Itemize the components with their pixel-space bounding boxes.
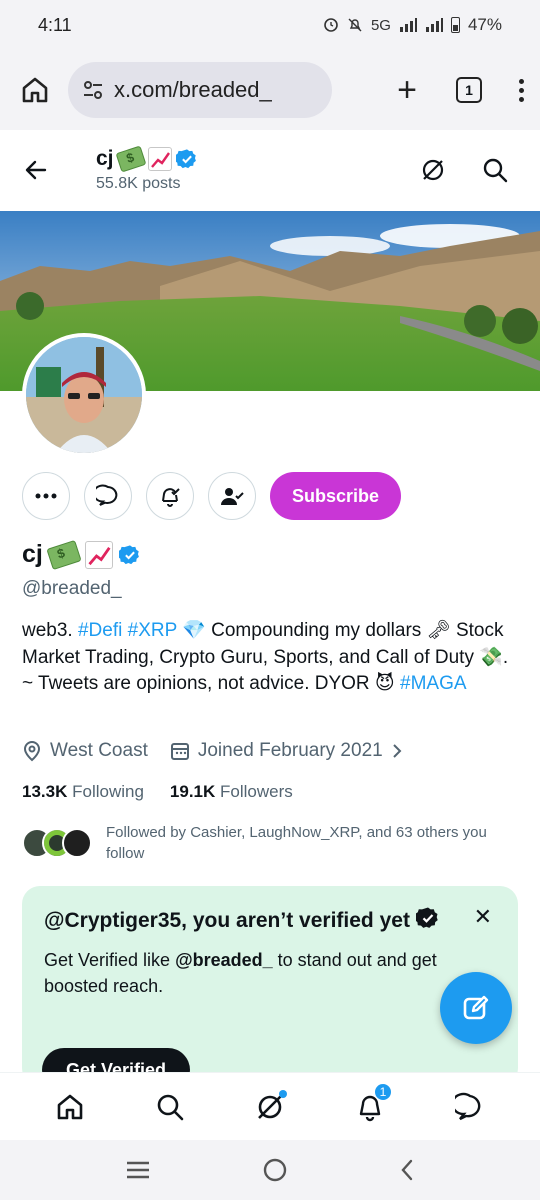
- browser-toolbar: x.com/breaded_ + 1: [0, 50, 540, 130]
- more-horizontal-icon: [35, 493, 57, 499]
- location: West Coast: [22, 740, 148, 762]
- message-bubble-icon: [455, 1092, 481, 1120]
- search-icon[interactable]: [482, 157, 508, 183]
- tune-icon[interactable]: [80, 77, 106, 103]
- arrow-left-icon: [25, 160, 47, 180]
- browser-home-button[interactable]: [18, 73, 52, 107]
- avatar: [62, 828, 92, 858]
- profile-name: cj: [22, 539, 141, 570]
- followers-link[interactable]: 19.1K Followers: [170, 782, 293, 802]
- nav-grok[interactable]: [248, 1085, 292, 1129]
- message-bubble-icon: [96, 484, 118, 506]
- hashtag-link[interactable]: #Defi: [78, 620, 122, 641]
- nav-search[interactable]: [148, 1085, 192, 1129]
- profile-avatar[interactable]: [22, 333, 146, 457]
- network-label: 5G: [370, 16, 391, 34]
- battery-icon: [450, 17, 460, 33]
- money-emoji-icon: [115, 145, 146, 173]
- header-name: cj: [96, 147, 114, 170]
- compose-post-button[interactable]: [440, 972, 512, 1044]
- verified-check-icon: [415, 907, 438, 928]
- following-link[interactable]: 13.3K Following: [22, 782, 144, 802]
- money-emoji-icon: [46, 539, 82, 570]
- verify-title: @Cryptiger35, you aren’t verified yet: [44, 906, 444, 935]
- compose-icon: [463, 995, 489, 1020]
- signal-icon: [399, 18, 417, 32]
- search-icon: [157, 1094, 184, 1120]
- header-title: cj 55.8K posts: [96, 145, 198, 193]
- verify-body-pre: Get Verified like: [44, 950, 176, 970]
- calendar-icon: [170, 743, 189, 760]
- chart-emoji-icon: [84, 540, 113, 569]
- following-button[interactable]: [208, 472, 256, 520]
- location-text: West Coast: [50, 740, 148, 761]
- status-icons: 5G 47%: [323, 15, 502, 35]
- profile-bio: web3. #Defi #XRP 💎 Compounding my dollar…: [22, 618, 522, 698]
- followed-by-text: Followed by Cashier, LaughNow_XRP, and 6…: [106, 824, 487, 862]
- join-date-text: Joined February 2021: [197, 740, 383, 761]
- verified-badge-icon: [118, 544, 139, 564]
- hashtag-link[interactable]: #XRP: [128, 620, 177, 641]
- verification-promo-card: @Cryptiger35, you aren’t verified yet Ge…: [22, 886, 518, 1086]
- hashtag-link[interactable]: #MAGA: [400, 673, 467, 694]
- join-date[interactable]: Joined February 2021: [170, 740, 403, 762]
- person-check-icon: [221, 488, 244, 505]
- profile-meta: West Coast Joined February 2021: [22, 740, 403, 762]
- battery-percent: 47%: [467, 15, 502, 34]
- tabs-button[interactable]: 1: [456, 77, 482, 103]
- url-text: x.com/breaded_: [114, 77, 272, 102]
- follow-stats: 13.3K Following 19.1K Followers: [22, 782, 293, 802]
- new-activity-dot: [279, 1089, 287, 1098]
- profile-header: cj 55.8K posts: [0, 130, 540, 210]
- chart-emoji-icon: [147, 147, 172, 171]
- bell-check-icon: [162, 488, 180, 507]
- verified-badge-icon: [175, 149, 196, 169]
- system-navigation: [0, 1140, 540, 1200]
- grok-icon[interactable]: [420, 157, 446, 183]
- recent-apps-icon[interactable]: [125, 1160, 151, 1180]
- status-bar: 4:11 5G 47%: [0, 0, 540, 50]
- subscribe-button[interactable]: Subscribe: [270, 472, 402, 520]
- verify-title-text: @Cryptiger35, you aren’t verified yet: [44, 909, 410, 932]
- followed-by[interactable]: Followed by Cashier, LaughNow_XRP, and 6…: [22, 822, 516, 864]
- home-icon: [57, 1094, 83, 1119]
- mute-icon: [348, 18, 362, 32]
- notify-button[interactable]: [146, 472, 194, 520]
- nav-messages[interactable]: [448, 1085, 492, 1129]
- new-tab-button[interactable]: +: [392, 73, 422, 107]
- followers-count: 19.1K: [169, 782, 216, 801]
- signal-icon-2: [425, 18, 443, 32]
- followers-label: Followers: [220, 782, 293, 801]
- notification-count-badge: 1: [374, 1082, 392, 1101]
- location-pin-icon: [23, 740, 41, 762]
- more-options-button[interactable]: [22, 472, 70, 520]
- profile-display-name: cj: [22, 540, 43, 568]
- alarm-icon: [324, 18, 338, 32]
- profile-actions: Subscribe: [22, 472, 402, 520]
- verify-body-handle: @breaded_: [175, 950, 273, 970]
- profile-handle: @breaded_: [22, 578, 122, 599]
- verify-body: Get Verified like @breaded_ to stand out…: [44, 947, 464, 999]
- following-count: 13.3K: [22, 782, 68, 801]
- back-chevron-icon[interactable]: [399, 1158, 415, 1182]
- back-button[interactable]: [20, 154, 52, 186]
- chevron-right-icon: [392, 744, 402, 758]
- home-circle-icon[interactable]: [262, 1157, 288, 1183]
- bio-text: web3.: [22, 620, 78, 641]
- follower-avatars: [22, 828, 92, 858]
- nav-notifications[interactable]: 1: [348, 1082, 392, 1129]
- close-icon[interactable]: ✕: [474, 904, 492, 930]
- home-icon: [22, 77, 48, 103]
- address-bar[interactable]: x.com/breaded_: [68, 62, 332, 118]
- following-label: Following: [72, 782, 144, 801]
- bottom-navigation: 1: [0, 1072, 540, 1140]
- message-button[interactable]: [84, 472, 132, 520]
- status-time: 4:11: [38, 14, 72, 35]
- nav-home[interactable]: [48, 1085, 92, 1129]
- header-post-count: 55.8K posts: [96, 175, 181, 192]
- more-vertical-icon[interactable]: [516, 78, 526, 102]
